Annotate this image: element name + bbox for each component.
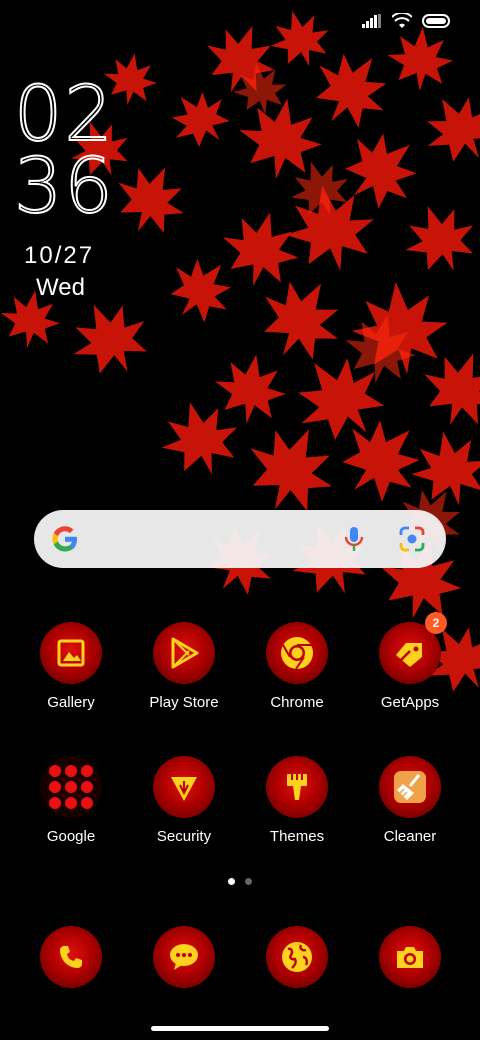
app-label: Play Store bbox=[149, 694, 219, 711]
getapps-app-icon: 2 bbox=[379, 612, 447, 684]
clock-day: Wed bbox=[36, 274, 85, 301]
phone-app-icon bbox=[40, 926, 102, 988]
folder-mini-drive-icon bbox=[65, 781, 77, 793]
app-security[interactable]: Security bbox=[128, 756, 240, 845]
folder-mini-files-icon bbox=[81, 797, 93, 809]
app-gallery[interactable]: Gallery bbox=[15, 622, 127, 711]
app-label: Chrome bbox=[270, 694, 324, 711]
app-label: GetApps bbox=[380, 694, 440, 711]
shield-icon bbox=[171, 777, 197, 801]
clock-widget[interactable]: 02 36 10/27 Wed bbox=[13, 69, 115, 302]
battery-icon bbox=[422, 14, 450, 28]
dock-phone[interactable] bbox=[15, 926, 127, 988]
app-folder-google[interactable]: Google bbox=[15, 756, 127, 845]
clock-hours: 02 bbox=[13, 69, 115, 158]
folder-mini-google-icon bbox=[49, 765, 61, 777]
camera-icon bbox=[397, 947, 423, 968]
messages-app-icon bbox=[153, 926, 215, 988]
app-label: Security bbox=[156, 828, 212, 845]
page-dot[interactable] bbox=[245, 878, 252, 885]
play-store-app-icon bbox=[153, 622, 215, 684]
app-label: Gallery bbox=[47, 694, 95, 711]
camera-app-icon bbox=[379, 926, 441, 988]
dock-camera[interactable] bbox=[354, 926, 466, 988]
signal-icon bbox=[362, 14, 381, 28]
google-search-bar[interactable] bbox=[34, 510, 446, 568]
dock-browser[interactable] bbox=[241, 926, 353, 988]
folder-mini-music-icon bbox=[81, 781, 93, 793]
app-label: Cleaner bbox=[383, 828, 437, 845]
folder-icon bbox=[40, 756, 102, 818]
folder-mini-photos-icon bbox=[65, 797, 77, 809]
gallery-app-icon bbox=[40, 622, 102, 684]
app-cleaner[interactable]: Cleaner bbox=[354, 756, 466, 845]
notification-badge: 2 bbox=[425, 612, 447, 634]
browser-globe-icon bbox=[282, 942, 312, 972]
google-g-icon bbox=[52, 526, 77, 552]
security-app-icon bbox=[153, 756, 215, 818]
brush-icon bbox=[287, 774, 307, 800]
home-indicator[interactable] bbox=[151, 1026, 329, 1031]
phone-icon bbox=[60, 946, 82, 968]
app-getapps[interactable]: 2 GetApps bbox=[354, 612, 466, 711]
tag-icon bbox=[396, 643, 422, 667]
chrome-icon bbox=[281, 637, 313, 670]
clock-date: 10/27 bbox=[24, 242, 95, 269]
play-icon bbox=[171, 637, 199, 669]
cleaner-app-icon bbox=[379, 756, 441, 818]
app-themes[interactable]: Themes bbox=[241, 756, 353, 845]
app-play-store[interactable]: Play Store bbox=[128, 622, 240, 711]
mic-icon[interactable] bbox=[342, 525, 366, 553]
status-bar bbox=[362, 10, 452, 32]
app-label: Themes bbox=[269, 828, 325, 845]
dock-messages[interactable] bbox=[128, 926, 240, 988]
clock-minutes: 36 bbox=[13, 141, 115, 230]
browser-app-icon bbox=[266, 926, 328, 988]
app-label: Google bbox=[46, 828, 96, 845]
page-indicator[interactable] bbox=[0, 878, 480, 885]
messages-icon bbox=[170, 944, 198, 970]
themes-app-icon bbox=[266, 756, 328, 818]
folder-mini-duo-icon bbox=[49, 797, 61, 809]
image-icon bbox=[57, 639, 85, 667]
folder-mini-gmail-icon bbox=[65, 765, 77, 777]
broom-icon bbox=[394, 771, 426, 803]
folder-mini-maps-icon bbox=[81, 765, 93, 777]
chrome-app-icon bbox=[266, 622, 328, 684]
lens-icon[interactable] bbox=[398, 525, 426, 553]
page-dot-active[interactable] bbox=[228, 878, 235, 885]
app-chrome[interactable]: Chrome bbox=[241, 622, 353, 711]
folder-mini-youtube-icon bbox=[49, 781, 61, 793]
wifi-icon bbox=[392, 13, 412, 28]
